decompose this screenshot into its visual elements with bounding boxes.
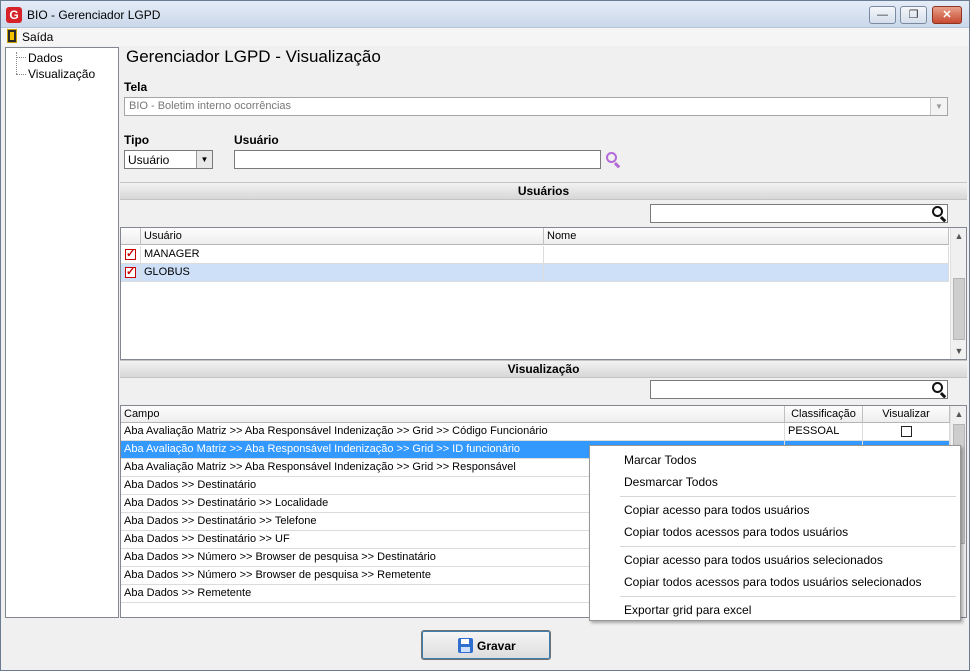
tipo-select-value: Usuário [128,153,170,167]
tree-connector [16,52,17,74]
window-title: BIO - Gerenciador LGPD [27,8,161,22]
visual-search-input[interactable] [650,380,948,399]
search-icon[interactable] [931,205,949,223]
menu-item-copiar-todos-acessos-selecionados[interactable]: Copiar todos acessos para todos usuários… [624,575,922,589]
users-grid-header-usuario[interactable]: Usuário [141,228,544,245]
table-row[interactable]: MANAGER [121,246,949,264]
search-icon[interactable] [931,381,949,399]
user-nome-cell [544,246,949,264]
menu-item-copiar-acesso-selecionados[interactable]: Copiar acesso para todos usuários seleci… [624,553,883,567]
tree-item-dados[interactable]: Dados [28,51,63,65]
users-grid-header-nome[interactable]: Nome [544,228,949,245]
menu-item-copiar-acesso[interactable]: Copiar acesso para todos usuários [624,503,809,517]
tree-item-visualizacao[interactable]: Visualização [28,67,95,81]
chevron-down-icon: ▼ [930,98,947,115]
context-menu: Marcar Todos Desmarcar Todos Copiar aces… [589,445,961,621]
table-row[interactable]: GLOBUS [121,264,949,282]
scroll-up-icon[interactable]: ▲ [951,228,966,244]
table-row[interactable]: Aba Avaliação Matriz >> Aba Responsável … [121,423,950,441]
user-usuario-cell: MANAGER [141,246,544,264]
menu-bar: Saída [1,28,969,46]
row-checkbox-cell[interactable] [121,246,141,264]
campo-cell: Aba Avaliação Matriz >> Aba Responsável … [121,423,785,441]
title-bar[interactable]: G BIO - Gerenciador LGPD — ❐ ✕ [1,1,969,28]
scroll-down-icon[interactable]: ▼ [951,343,966,359]
visual-section-header: Visualização [120,360,967,378]
tela-select: BIO - Boletim interno ocorrências ▼ [124,97,948,116]
menu-item-marcar-todos[interactable]: Marcar Todos [624,453,696,467]
menu-item-copiar-todos-acessos[interactable]: Copiar todos acessos para todos usuários [624,525,848,539]
users-search-input[interactable] [650,204,948,223]
user-usuario-cell: GLOBUS [141,264,544,282]
menu-item-exportar-excel[interactable]: Exportar grid para excel [624,603,751,617]
navigation-tree: Dados Visualização [5,47,119,618]
usuario-input[interactable] [234,150,601,169]
tipo-label: Tipo [124,133,150,147]
chevron-down-icon[interactable]: ▼ [196,151,212,168]
visual-grid-header-campo[interactable]: Campo [121,406,785,423]
scroll-up-icon[interactable]: ▲ [951,406,966,422]
restore-button[interactable]: ❐ [900,6,927,24]
users-grid: Usuário Nome MANAGER GLOBUS ▲ ▼ [120,227,967,360]
row-checkbox-cell[interactable] [121,264,141,282]
page-title: Gerenciador LGPD - Visualização [126,47,381,66]
exit-door-icon[interactable] [7,29,17,43]
user-nome-cell [544,264,949,282]
tree-connector [16,74,26,75]
row-checkbox[interactable] [125,247,136,260]
save-button[interactable]: Gravar [421,630,551,660]
users-grid-check-header [121,228,141,245]
minimize-button[interactable]: — [869,6,896,24]
main-window: G BIO - Gerenciador LGPD — ❐ ✕ Saída Dad… [0,0,970,671]
classificacao-cell: PESSOAL [785,423,863,441]
users-grid-scrollbar[interactable]: ▲ ▼ [950,228,966,359]
menu-separator [620,596,956,597]
users-section-header: Usuários [120,182,967,200]
usuario-label: Usuário [234,133,279,147]
tela-label: Tela [124,80,148,94]
close-button[interactable]: ✕ [932,6,962,24]
floppy-disk-icon [458,638,473,653]
search-icon[interactable] [605,151,623,169]
menu-separator [620,496,956,497]
app-logo-icon: G [6,7,22,23]
menu-separator [620,546,956,547]
visualizar-checkbox[interactable] [901,426,912,437]
scroll-thumb[interactable] [953,278,965,340]
visual-grid-header-visualizar[interactable]: Visualizar [863,406,950,423]
tree-connector [16,57,26,58]
row-checkbox[interactable] [125,265,136,278]
menu-item-desmarcar-todos[interactable]: Desmarcar Todos [624,475,718,489]
tipo-select[interactable]: Usuário ▼ [124,150,213,169]
tela-select-value: BIO - Boletim interno ocorrências [129,100,292,112]
menu-exit[interactable]: Saída [22,30,53,44]
save-button-label: Gravar [477,639,516,653]
visual-grid-header-classificacao[interactable]: Classificação [785,406,863,423]
visualizar-cell[interactable] [863,423,950,441]
